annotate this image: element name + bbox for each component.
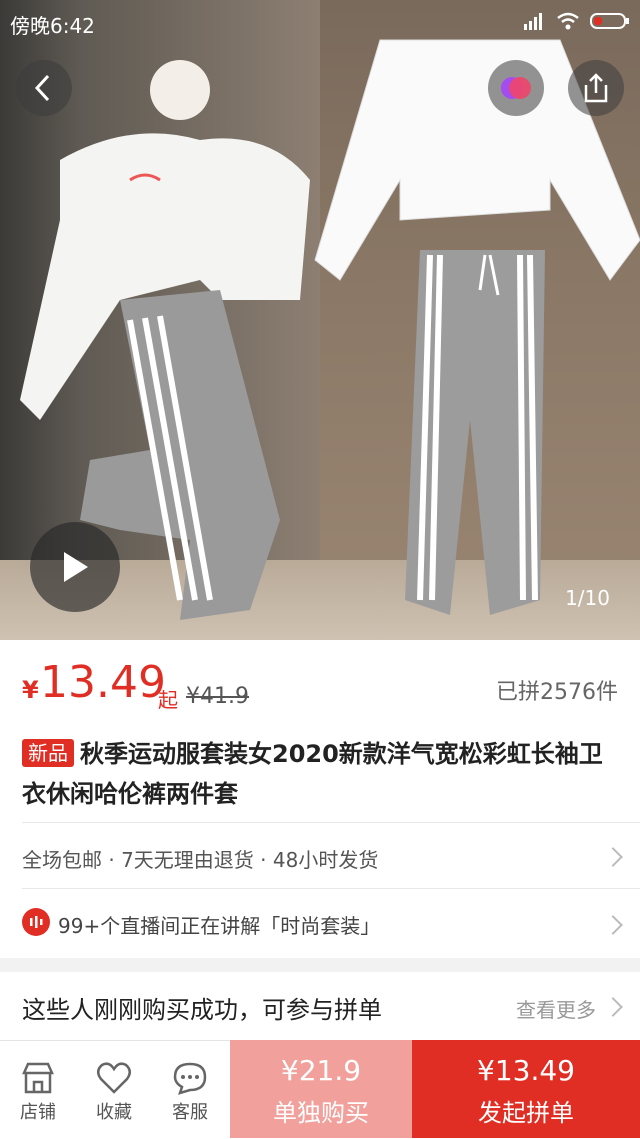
shop-button[interactable]: 店铺 xyxy=(8,1058,68,1124)
status-icons xyxy=(524,12,630,30)
share-button[interactable] xyxy=(568,60,624,116)
chat-icon xyxy=(173,1062,207,1095)
buy-alone-price: ¥21.9 xyxy=(280,1054,362,1087)
play-icon xyxy=(64,552,88,582)
live-badge-button[interactable] xyxy=(488,60,544,116)
status-time: 傍晚6:42 xyxy=(10,14,95,38)
original-price: ¥41.9 xyxy=(186,684,249,709)
group-buy-label: 发起拼单 xyxy=(478,1099,574,1127)
live-logo-icon xyxy=(501,77,531,99)
see-more-link[interactable]: 查看更多 xyxy=(516,994,596,1023)
status-bar: 傍晚6:42 xyxy=(0,0,640,44)
chevron-left-icon xyxy=(34,74,50,102)
chevron-right-icon xyxy=(603,997,623,1017)
start-group-buy-button[interactable]: ¥13.49 发起拼单 xyxy=(412,1040,640,1138)
product-title: 新品 秋季运动服套装女2020新款洋气宽松彩虹长袖卫衣休闲哈伦裤两件套 xyxy=(22,734,622,814)
video-play-button[interactable] xyxy=(30,522,120,612)
divider xyxy=(22,888,640,889)
service-text: 全场包邮 · 7天无理由退货 · 48小时发货 xyxy=(22,848,379,872)
group-buy-title: 这些人刚刚购买成功，可参与拼单 xyxy=(22,996,382,1024)
product-image-carousel[interactable]: 傍晚6:42 1/10 xyxy=(0,0,640,640)
customer-service-label: 客服 xyxy=(172,1102,208,1123)
divider xyxy=(22,822,640,823)
live-text: 99+个直播间正在讲解「时尚套装」 xyxy=(58,914,381,938)
favorite-label: 收藏 xyxy=(96,1102,132,1123)
back-button[interactable] xyxy=(16,60,72,116)
chevron-right-icon xyxy=(603,915,623,935)
chevron-right-icon xyxy=(603,847,623,867)
group-buy-price: ¥13.49 xyxy=(477,1054,575,1087)
section-gap xyxy=(0,958,640,972)
share-icon xyxy=(584,73,608,103)
customer-service-button[interactable]: 客服 xyxy=(160,1058,220,1124)
shop-label: 店铺 xyxy=(20,1102,56,1123)
product-title-text: 秋季运动服套装女2020新款洋气宽松彩虹长袖卫衣休闲哈伦裤两件套 xyxy=(22,740,603,808)
signal-icon xyxy=(524,13,542,30)
buy-alone-button[interactable]: ¥21.9 单独购买 xyxy=(230,1040,412,1138)
price-suffix: 起 xyxy=(158,688,178,712)
image-pager: 1/10 xyxy=(565,586,610,610)
sold-count: 已拼2576件 xyxy=(496,680,618,705)
live-stream-icon xyxy=(22,908,50,936)
battery-icon xyxy=(590,13,629,29)
price-currency: ¥ xyxy=(22,676,39,704)
heart-icon xyxy=(97,1062,131,1094)
buy-alone-label: 单独购买 xyxy=(273,1099,369,1127)
new-tag: 新品 xyxy=(22,739,74,767)
favorite-button[interactable]: 收藏 xyxy=(84,1058,144,1124)
wifi-icon xyxy=(557,12,579,30)
shop-icon xyxy=(22,1062,54,1094)
price-value: 13.49 xyxy=(40,657,166,708)
